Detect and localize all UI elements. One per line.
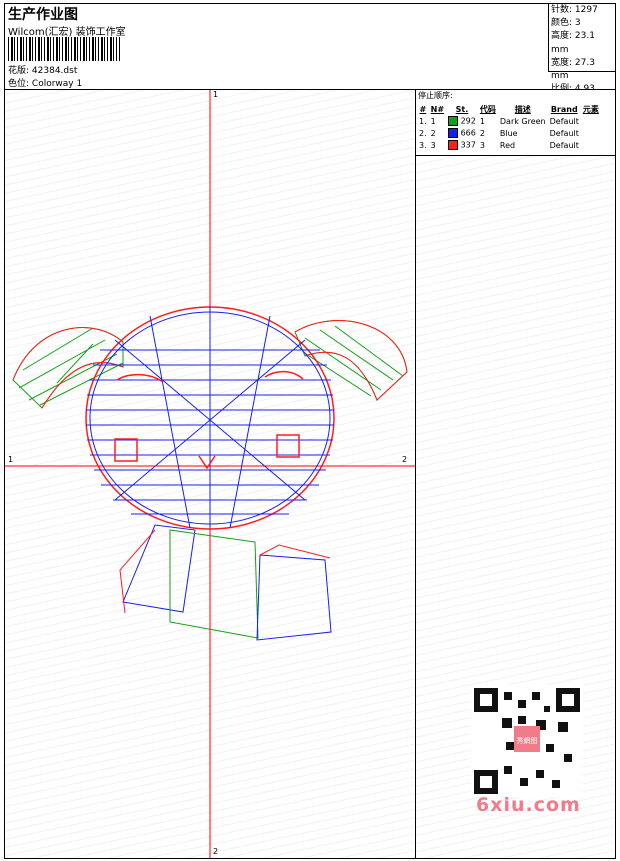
body-stitches [119, 524, 332, 641]
color-swatch [448, 128, 459, 138]
stop-sequence-pane: 停止顺序: # N# St. 代码 描述 Brand 元素 1. 1 292 1 Dark Gre… [416, 90, 615, 858]
colorway-row: 色位: Colorway 1 [8, 76, 82, 89]
qr-icon: 秀網图 [474, 688, 580, 794]
axis-label-right: 2 [402, 455, 408, 464]
table-row[interactable]: 1. 1 292 1 Dark Green Default [417, 115, 601, 127]
header-n: N# [430, 104, 445, 114]
embroidery-preview [5, 90, 415, 858]
axis-label-bottom: 2 [213, 847, 219, 856]
height-value: 高度: 23.1 mm [551, 31, 595, 55]
worksheet-header: 生产作业图 Wilcom(汇宏) 装饰工作室 花版: 42384.dst 色位:… [5, 4, 615, 94]
production-worksheet: 生产作业图 Wilcom(汇宏) 装饰工作室 花版: 42384.dst 色位:… [4, 3, 616, 859]
design-file-row: 花版: 42384.dst [8, 63, 77, 76]
barcode [8, 37, 120, 61]
left-ear [12, 327, 124, 409]
right-ear-outline [294, 320, 408, 401]
color-swatch [448, 116, 459, 126]
watermark-seal-text: 秀網图 [517, 736, 538, 745]
page-title: 生产作业图 [8, 7, 78, 23]
table-row[interactable]: 3. 3 337 3 Red Default [417, 139, 601, 151]
stitch-count: 针数: 1297 [551, 5, 598, 15]
header-stitches: St. [455, 104, 469, 114]
stop-sequence-table: # N# St. 代码 描述 Brand 元素 1. 1 292 1 Dark Green Defa… [417, 103, 601, 151]
colorway-label: 色位: [8, 79, 30, 89]
width-value: 宽度: 27.3 mm [551, 57, 595, 82]
color-count: 颜色: 3 [551, 18, 581, 29]
header-index: # [419, 104, 427, 114]
design-stats: 针数: 1297 颜色: 3 高度: 23.1 mm 宽度: 27.3 mm 比… [548, 4, 615, 94]
company-name: Wilcom(汇宏) 装饰工作室 [8, 27, 126, 38]
axis-label-top: 1 [213, 90, 219, 99]
table-row[interactable]: 2. 2 666 2 Blue Default [417, 127, 601, 139]
header-brand: Brand [550, 104, 578, 114]
color-swatch [448, 140, 459, 150]
axis-label-left: 1 [8, 455, 14, 464]
stop-sequence-panel: 停止顺序: # N# St. 代码 描述 Brand 元素 1. 1 292 1 Dark Gre… [416, 90, 615, 156]
colorway-value: Colorway 1 [31, 79, 83, 89]
header-code: 代码 [479, 104, 496, 114]
header-description: 描述 [514, 104, 531, 114]
qr-code: 秀網图 [471, 685, 583, 797]
header-element: 元素 [582, 104, 599, 114]
embroidery-canvas[interactable]: 1 1 2 2 [5, 90, 416, 858]
design-file: 42384.dst [31, 66, 78, 76]
stop-sequence-title: 停止顺序: [418, 91, 453, 100]
watermark-logo: 6xiu.com [476, 794, 581, 816]
design-label: 花版: [8, 66, 30, 76]
